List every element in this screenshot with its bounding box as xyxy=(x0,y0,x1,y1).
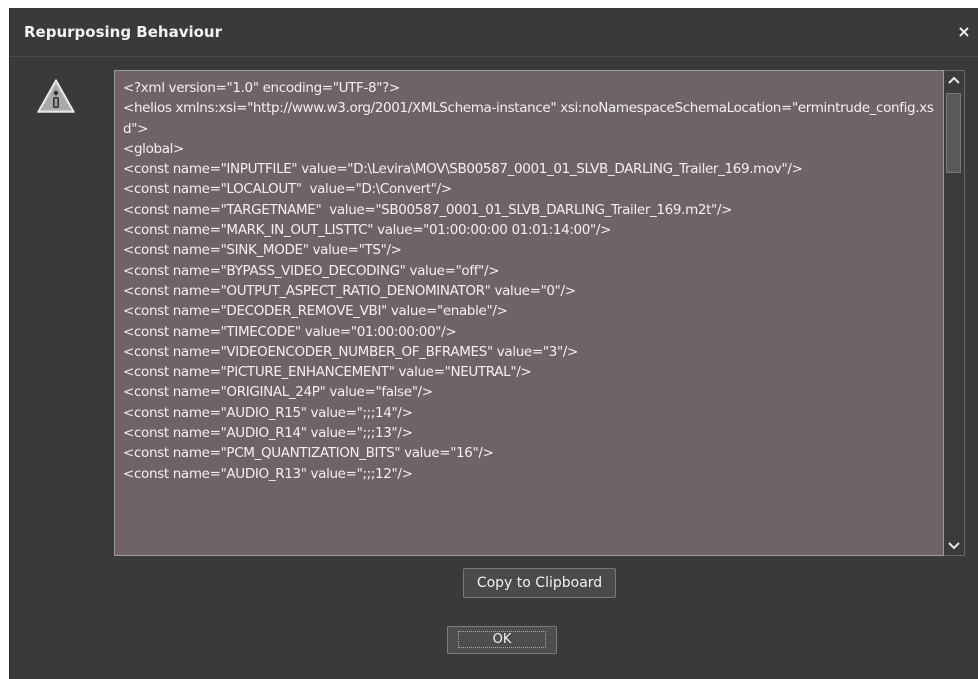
dialog-titlebar[interactable]: Repurposing Behaviour × xyxy=(10,8,978,57)
copy-to-clipboard-button[interactable]: Copy to Clipboard xyxy=(463,568,616,598)
warning-icon xyxy=(36,78,76,114)
scroll-down-icon[interactable] xyxy=(944,537,964,555)
xml-config-text[interactable]: <?xml version="1.0" encoding="UTF-8"?> <… xyxy=(123,78,937,553)
close-icon[interactable]: × xyxy=(956,22,972,41)
dialog-title: Repurposing Behaviour xyxy=(24,23,222,41)
scroll-up-icon[interactable] xyxy=(944,71,964,89)
repurposing-dialog: Repurposing Behaviour × <?xml version="1… xyxy=(9,8,978,679)
vertical-scrollbar[interactable] xyxy=(944,70,965,556)
ok-button-label: OK xyxy=(457,631,547,648)
scrollbar-thumb[interactable] xyxy=(946,93,961,173)
ok-button[interactable]: OK xyxy=(447,626,557,654)
xml-config-textarea[interactable]: <?xml version="1.0" encoding="UTF-8"?> <… xyxy=(114,70,944,556)
